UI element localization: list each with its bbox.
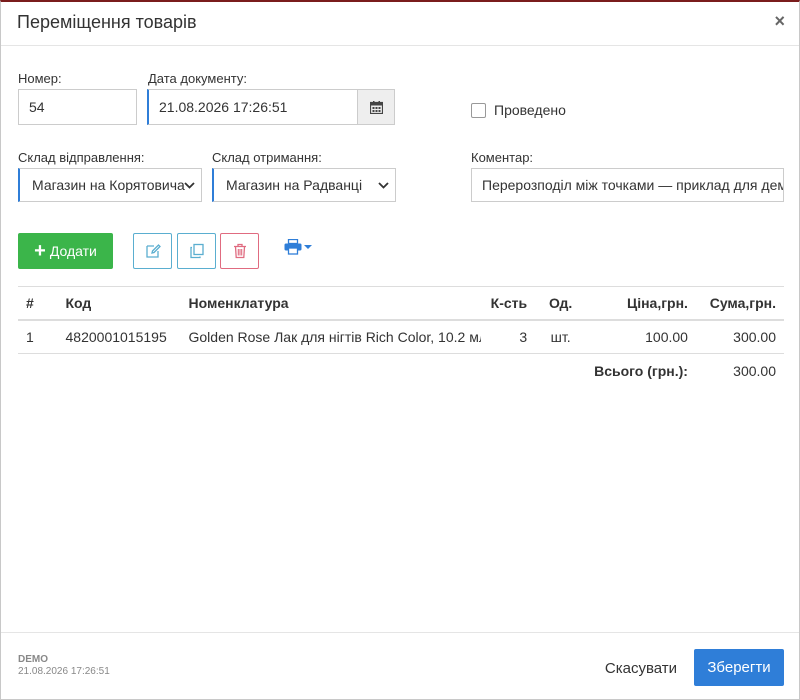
save-button[interactable]: Зберегти	[694, 649, 784, 686]
author-name: DEMO	[18, 654, 48, 665]
add-button-label: Додати	[49, 243, 97, 259]
row-index: 1	[18, 319, 58, 354]
from-warehouse-value: Магазин на Корятовича	[32, 177, 185, 193]
calendar-button[interactable]	[357, 89, 395, 125]
modified-timestamp: 21.08.2026 17:26:51	[18, 666, 110, 677]
total-value: 300.00	[733, 362, 776, 379]
copy-button[interactable]	[177, 233, 216, 269]
col-name-header[interactable]: Номенклатура	[180, 286, 481, 321]
items-table: # Код Номенклатура К-сть Од. Ціна,грн. С…	[18, 286, 784, 388]
from-warehouse-label: Склад відправлення:	[18, 150, 145, 165]
chevron-down-icon	[184, 182, 195, 189]
col-code-header[interactable]: Код	[57, 286, 181, 321]
comment-label: Коментар:	[471, 150, 534, 165]
table-row[interactable]: 1 4820001015195 Golden Rose Лак для нігт…	[18, 319, 784, 354]
col-price-header[interactable]: Ціна,грн.	[586, 286, 696, 321]
edit-icon	[145, 244, 161, 258]
dialog-header: Переміщення товарів ×	[1, 2, 799, 46]
transfer-dialog: Переміщення товарів × Номер: 54 Дата док…	[0, 0, 800, 700]
edit-button[interactable]	[133, 233, 172, 269]
row-name: Golden Rose Лак для нігтів Rich Color, 1…	[180, 319, 481, 354]
printer-icon	[284, 239, 302, 255]
caret-down-icon	[304, 245, 312, 249]
table-header-row: # Код Номенклатура К-сть Од. Ціна,грн. С…	[18, 286, 784, 321]
col-unit-header[interactable]: Од.	[535, 286, 587, 321]
number-input[interactable]: 54	[18, 89, 137, 125]
trash-icon	[233, 243, 246, 259]
posted-label: Проведено	[494, 102, 566, 118]
date-input[interactable]: 21.08.2026 17:26:51	[147, 89, 358, 125]
total-row: Всього (грн.): 300.00	[18, 354, 784, 388]
row-sum: 300.00	[695, 319, 784, 354]
plus-icon: +	[34, 240, 46, 262]
copy-icon	[189, 243, 204, 259]
total-label: Всього (грн.):	[594, 362, 688, 379]
number-label: Номер:	[18, 71, 62, 86]
row-unit: шт.	[535, 319, 587, 354]
calendar-icon	[369, 100, 383, 114]
date-label: Дата документу:	[148, 71, 247, 86]
from-warehouse-select[interactable]: Магазин на Корятовича	[18, 168, 202, 202]
print-dropdown[interactable]	[284, 239, 312, 255]
row-code: 4820001015195	[57, 319, 181, 354]
col-index-header: #	[18, 286, 58, 321]
cancel-button[interactable]: Скасувати	[599, 650, 683, 686]
dialog-footer: DEMO 21.08.2026 17:26:51 Скасувати Збере…	[1, 632, 799, 700]
to-warehouse-value: Магазин на Радванці	[226, 177, 363, 193]
dialog-title: Переміщення товарів	[17, 12, 197, 32]
to-warehouse-select[interactable]: Магазин на Радванці	[212, 168, 396, 202]
row-price: 100.00	[586, 319, 696, 354]
posted-checkbox[interactable]	[471, 103, 486, 118]
col-qty-header[interactable]: К-сть	[480, 286, 536, 321]
chevron-down-icon	[378, 182, 389, 189]
comment-input[interactable]: Перерозподіл між точками — приклад для д…	[471, 168, 784, 202]
close-button[interactable]: ×	[774, 11, 785, 32]
add-button[interactable]: + Додати	[18, 233, 113, 269]
row-qty: 3	[480, 319, 536, 354]
to-warehouse-label: Склад отримання:	[212, 150, 322, 165]
col-sum-header[interactable]: Сума,грн.	[695, 286, 784, 321]
delete-button[interactable]	[220, 233, 259, 269]
